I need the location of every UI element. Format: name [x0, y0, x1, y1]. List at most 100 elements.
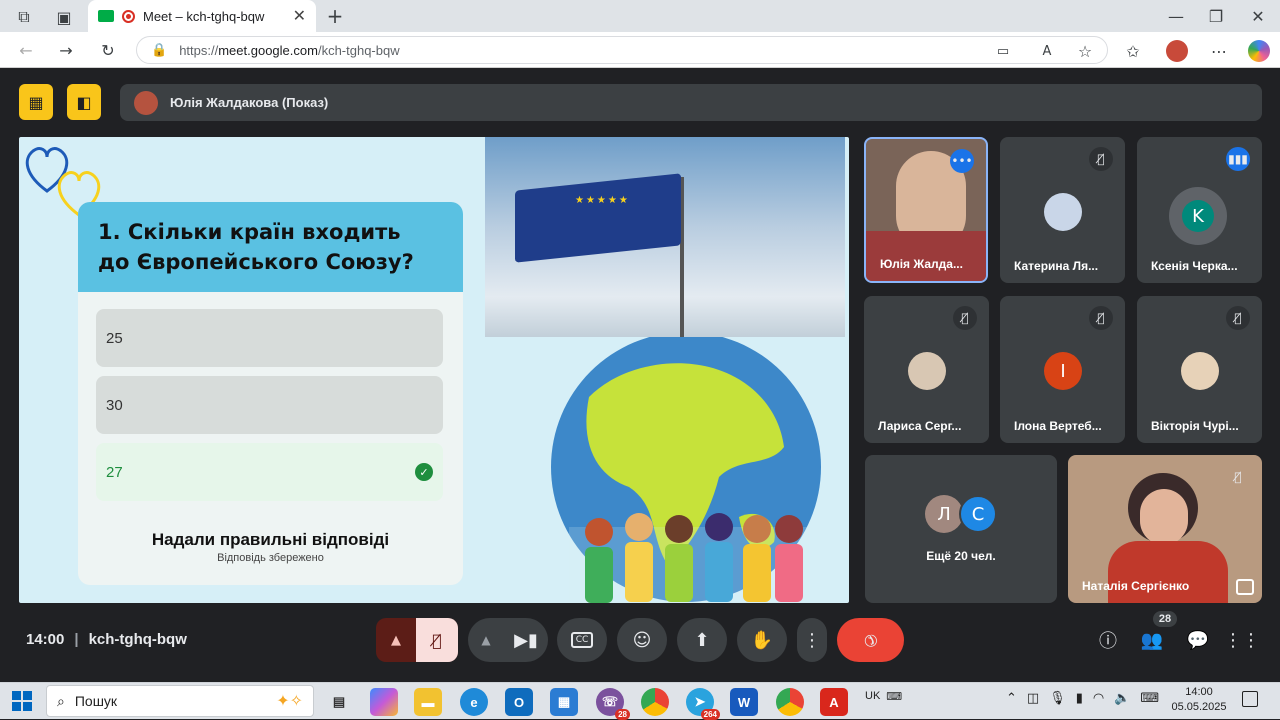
layout-icon: ◧ — [76, 92, 92, 112]
meeting-time: 14:00 — [26, 631, 65, 648]
self-video-face — [1140, 489, 1188, 545]
camera-permission-icon[interactable]: ▭ — [994, 42, 1012, 60]
participant-tile[interactable]: 🎙̸ Катерина Ля... — [1000, 137, 1125, 283]
captions-icon: CC — [570, 632, 594, 648]
chrome-icon[interactable] — [641, 688, 669, 716]
camera-button[interactable]: ▶▮ — [504, 630, 548, 651]
layout-button[interactable]: ◧ — [67, 84, 101, 120]
browser-tab[interactable]: Meet – kch-tghq-bqw ✕ — [88, 0, 316, 32]
url-field[interactable]: 🔒 https://meet.google.com/kch-tghq-bqw — [136, 36, 1108, 64]
task-view-icon[interactable]: ▤ — [325, 688, 353, 716]
store-icon[interactable]: ▦ — [550, 688, 578, 716]
mic-options-chevron-icon[interactable]: ▲ — [376, 633, 416, 648]
emoji-icon: ☺ — [632, 629, 652, 651]
mic-off-icon: 🎙̸ — [1234, 470, 1242, 484]
outlook-icon[interactable]: O — [505, 688, 533, 716]
tray-app-icon[interactable]: ◫ — [1027, 691, 1039, 706]
participant-name: Катерина Ля... — [1014, 259, 1099, 273]
volume-icon[interactable]: 🔈 — [1114, 691, 1130, 706]
more-icon[interactable]: ••• — [950, 149, 974, 173]
others-tile[interactable]: Л С Ещё 20 чел. — [865, 455, 1057, 603]
pip-icon[interactable] — [1236, 579, 1254, 595]
language-indicator[interactable]: UK ⌨ — [865, 690, 902, 703]
participant-name: Ілона Вертеб... — [1014, 419, 1102, 433]
participant-name: Юлія Жалда... — [880, 257, 963, 271]
raise-hand-button[interactable]: ✋ — [737, 618, 787, 662]
participant-name: Вікторія Чурі... — [1151, 419, 1239, 433]
clock-time: 14:00 — [1185, 686, 1213, 698]
present-screen-icon: ⬆ — [694, 629, 710, 651]
meeting-details-icon[interactable]: ⓘ — [1095, 628, 1121, 652]
meeting-code: kch-tghq-bqw — [88, 631, 187, 648]
participant-tile[interactable]: 🎙̸ Вікторія Чурі... — [1137, 296, 1262, 443]
reload-icon[interactable]: ↻ — [98, 40, 118, 60]
quiz-option-correct[interactable]: 27 ✓ — [96, 443, 443, 501]
presentation-off-icon: ▦ — [28, 92, 44, 112]
leave-call-button[interactable]: ✆ — [837, 618, 904, 662]
present-button[interactable]: ⬆ — [677, 618, 727, 662]
participant-tile[interactable]: ▮▮▮ K Ксенія Черка... — [1137, 137, 1262, 283]
people-icon[interactable]: 👥 — [1139, 628, 1165, 652]
quiz-question: 1. Скільки країн входить до Європейськог… — [78, 202, 463, 292]
captions-button[interactable]: CC — [557, 618, 607, 662]
wifi-icon[interactable]: ◠ — [1093, 691, 1104, 706]
forward-icon[interactable]: → — [56, 40, 76, 60]
workspaces-icon[interactable]: ⧉ — [14, 7, 34, 27]
more-options-button[interactable]: ⋮ — [797, 618, 827, 662]
close-window-icon[interactable]: ✕ — [1248, 6, 1268, 26]
favorites-icon[interactable]: ✩ — [1124, 42, 1142, 61]
battery-icon[interactable]: ▮ — [1076, 691, 1083, 706]
chat-icon[interactable]: 💬 — [1185, 628, 1211, 652]
keyboard-layout-icon[interactable]: ⌨ — [1140, 691, 1159, 706]
menu-dots-icon[interactable]: ⋯ — [1210, 42, 1228, 61]
minimize-icon[interactable]: — — [1166, 6, 1186, 26]
back-icon[interactable]: ← — [16, 40, 36, 60]
mic-off-button[interactable]: 🎙̸ — [416, 618, 458, 662]
read-aloud-icon[interactable]: A — [1038, 42, 1056, 60]
viber-icon[interactable]: ☏ 28 — [596, 688, 630, 720]
word-icon[interactable]: W — [730, 688, 758, 716]
file-explorer-icon[interactable]: ▬ — [414, 688, 442, 716]
speaking-icon: ▮▮▮ — [1226, 147, 1250, 171]
presenter-label: Юлія Жалдакова (Показ) — [170, 95, 329, 110]
maximize-icon[interactable]: ❐ — [1206, 6, 1226, 26]
search-highlight-icon: ✦✧ — [276, 693, 303, 710]
hide-presentation-button[interactable]: ▦ — [19, 84, 53, 120]
windows-start-icon[interactable] — [12, 691, 32, 711]
camera-options-chevron-icon[interactable]: ▲ — [468, 633, 504, 647]
notifications-icon[interactable] — [1242, 691, 1258, 707]
acrobat-icon[interactable]: A — [820, 688, 848, 716]
new-tab-icon[interactable]: + — [324, 4, 346, 28]
tab-actions-icon[interactable]: ▣ — [54, 7, 74, 27]
quiz-option[interactable]: 25 — [96, 309, 443, 367]
copilot-icon[interactable] — [1248, 40, 1270, 62]
reactions-button[interactable]: ☺ — [617, 618, 667, 662]
shared-slide: 1. Скільки країн входить до Європейськог… — [19, 137, 849, 603]
telegram-icon[interactable]: ➤ 264 — [686, 688, 720, 720]
tray-overflow-icon[interactable]: ⌃ — [1006, 691, 1017, 706]
edge-icon[interactable]: e — [460, 688, 488, 716]
tab-close-icon[interactable]: ✕ — [293, 6, 306, 26]
participant-tile[interactable]: 🎙̸ Лариса Серг... — [864, 296, 989, 443]
favorite-star-icon[interactable]: ☆ — [1076, 42, 1094, 61]
profile-avatar[interactable] — [1166, 40, 1188, 62]
site-info-icon[interactable]: 🔒 — [151, 42, 167, 58]
microphone-icon[interactable]: 🎙 — [1049, 691, 1066, 706]
quiz-card: 1. Скільки країн входить до Європейськог… — [78, 202, 463, 585]
participant-tile[interactable]: 🎙̸ І Ілона Вертеб... — [1000, 296, 1125, 443]
participant-name: Лариса Серг... — [878, 419, 962, 433]
quiz-option[interactable]: 30 — [96, 376, 443, 434]
self-tile[interactable]: 🎙̸ Наталія Сергієнко — [1068, 455, 1262, 603]
copilot-app-icon[interactable] — [370, 688, 398, 716]
system-tray: ⌃ ◫ 🎙 ▮ ◠ 🔈 ⌨ — [1006, 691, 1159, 706]
taskbar-clock[interactable]: 14:00 05.05.2025 — [1166, 685, 1232, 715]
clock-date: 05.05.2025 — [1171, 701, 1227, 713]
participant-name: Наталія Сергієнко — [1082, 579, 1190, 593]
taskbar-search[interactable]: ⌕ Пошук ✦✧ — [46, 685, 314, 717]
eu-flag-icon — [515, 173, 681, 263]
chrome-profile-icon[interactable] — [776, 688, 804, 716]
activities-icon[interactable]: ⋮⋮ — [1224, 628, 1260, 652]
eu-flag-photo: ★★★★★ — [485, 137, 845, 337]
participant-avatar — [1044, 193, 1082, 231]
participant-tile[interactable]: ••• Юлія Жалда... — [864, 137, 988, 283]
